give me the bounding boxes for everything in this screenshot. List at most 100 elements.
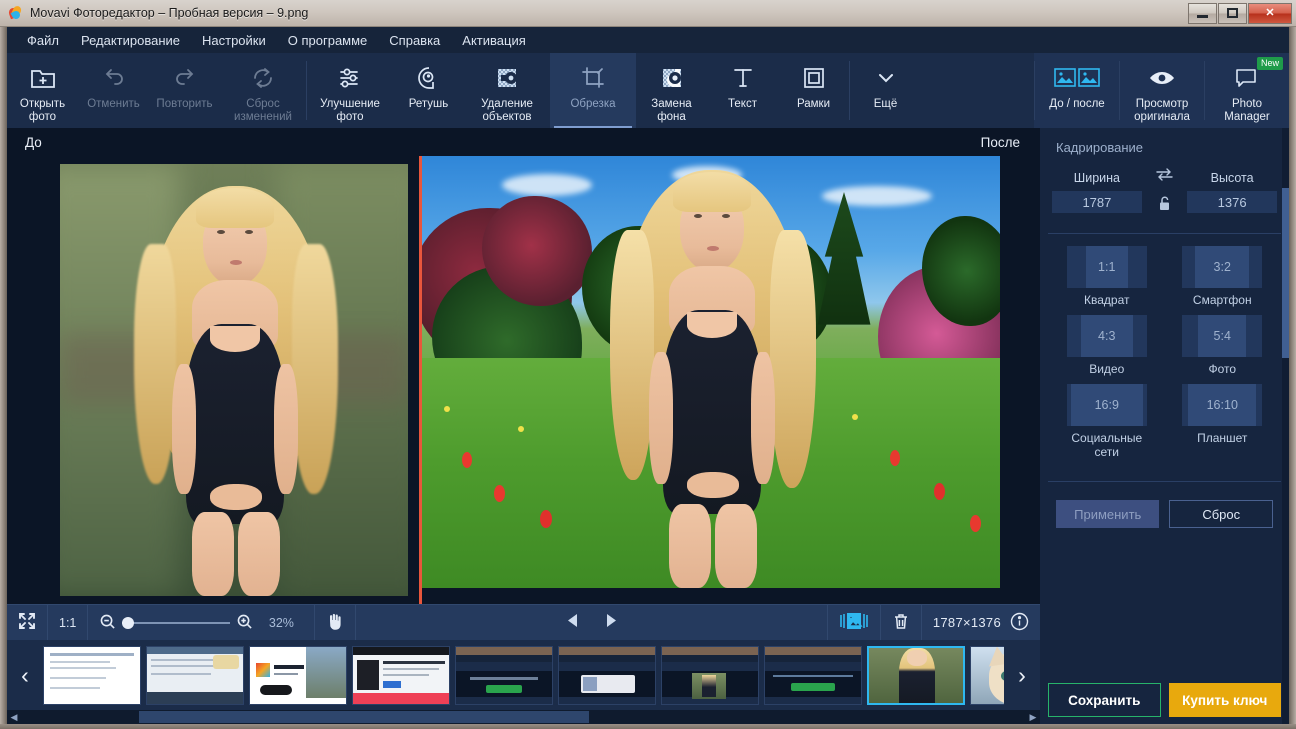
- close-icon[interactable]: ✕: [1248, 2, 1292, 24]
- aspect-ratio-4-3-value: 4:3: [1098, 329, 1116, 343]
- zoom-slider-knob[interactable]: [122, 616, 135, 629]
- redo-icon: [171, 62, 199, 93]
- slideshow-button[interactable]: [826, 604, 881, 641]
- aspect-ratio-5-4[interactable]: 5:4 Фото: [1172, 315, 1274, 376]
- filmstrip-track[interactable]: [43, 640, 1004, 710]
- window-title: Movavi Фоторедактор – Пробная версия – 9…: [30, 6, 309, 20]
- list-item[interactable]: [661, 645, 759, 705]
- aspect-ratio-3-2-box[interactable]: 3:2: [1182, 246, 1263, 288]
- main-toolbar: Открыть фото Отменить Повторить Сброс из…: [7, 53, 1289, 128]
- aspect-ratio-16-10-box[interactable]: 16:10: [1182, 384, 1263, 426]
- list-item[interactable]: [146, 645, 244, 705]
- crop-panel: Кадрирование Ширина 1787 Высота 1376 1:1…: [1040, 128, 1289, 724]
- buy-key-button[interactable]: Купить ключ: [1168, 683, 1281, 717]
- next-image-icon[interactable]: [602, 612, 619, 634]
- aspect-ratio-grid: 1:1 Квадрат 3:2 Смартфон 4:3 Видео 5:4 Ф…: [1040, 234, 1289, 459]
- filmstrip-prev-icon[interactable]: ‹: [7, 640, 43, 710]
- crop-height-input[interactable]: 1376: [1187, 191, 1277, 213]
- crop-width-input[interactable]: 1787: [1052, 191, 1142, 213]
- toolbar-before-after-label: До / после: [1049, 98, 1105, 110]
- application-window: Movavi Фоторедактор – Пробная версия – 9…: [0, 0, 1296, 729]
- toolbar-photo-manager[interactable]: New Photo Manager: [1205, 53, 1289, 128]
- aspect-ratio-5-4-value: 5:4: [1213, 329, 1231, 343]
- list-item[interactable]: [43, 645, 141, 705]
- list-item[interactable]: [558, 645, 656, 705]
- list-item[interactable]: [867, 645, 965, 705]
- aspect-ratio-16-10[interactable]: 16:10 Планшет: [1172, 384, 1274, 459]
- scroll-right-icon[interactable]: ▶: [1026, 712, 1040, 723]
- scrollbar-thumb[interactable]: [139, 711, 589, 723]
- menu-item-about[interactable]: О программе: [277, 30, 379, 51]
- aspect-ratio-4-3-box[interactable]: 4:3: [1066, 315, 1147, 357]
- toolbar-undo[interactable]: Отменить: [78, 53, 149, 128]
- image-dimensions-group: 1787×1376: [922, 605, 1040, 641]
- toolbar-frames[interactable]: Рамки: [778, 53, 849, 128]
- swap-arrows-icon[interactable]: [1156, 167, 1173, 187]
- list-item[interactable]: [970, 645, 1004, 705]
- zoom-out-icon[interactable]: [99, 613, 116, 633]
- save-button[interactable]: Сохранить: [1048, 683, 1161, 717]
- menu-item-activation[interactable]: Активация: [451, 30, 536, 51]
- toolbar-open-photo[interactable]: Открыть фото: [7, 53, 78, 128]
- reset-button[interactable]: Сброс: [1169, 500, 1273, 528]
- toolbar-background-change[interactable]: Замена фона: [636, 53, 707, 128]
- after-pane[interactable]: [422, 156, 1040, 604]
- footer-actions: Сохранить Купить ключ: [1040, 676, 1289, 724]
- filmstrip-scrollbar[interactable]: ◀ ▶: [7, 710, 1040, 724]
- toolbar-view-original-label: Просмотр оригинала: [1134, 98, 1190, 123]
- menu-item-settings[interactable]: Настройки: [191, 30, 277, 51]
- previous-image-icon[interactable]: [565, 612, 582, 634]
- fit-to-screen-icon: [18, 612, 36, 633]
- apply-button[interactable]: Применить: [1056, 500, 1160, 528]
- aspect-ratio-1-1-box[interactable]: 1:1: [1066, 246, 1147, 288]
- aspect-ratio-16-9-box[interactable]: 16:9: [1066, 384, 1147, 426]
- actual-size-button[interactable]: 1:1: [48, 604, 89, 641]
- list-item[interactable]: [764, 645, 862, 705]
- scroll-left-icon[interactable]: ◀: [7, 712, 21, 723]
- panel-scrollbar[interactable]: [1282, 128, 1289, 724]
- menu-item-help[interactable]: Справка: [378, 30, 451, 51]
- toolbar-more[interactable]: Ещё: [850, 53, 921, 128]
- aspect-ratio-3-2[interactable]: 3:2 Смартфон: [1172, 246, 1274, 307]
- zoom-slider-track[interactable]: [122, 616, 231, 629]
- unlock-icon[interactable]: [1157, 195, 1172, 217]
- toolbar-before-after[interactable]: До / после: [1035, 53, 1119, 128]
- before-pane[interactable]: [7, 156, 419, 604]
- toolbar-retouch[interactable]: Ретушь: [393, 53, 464, 128]
- toolbar-redo[interactable]: Повторить: [149, 53, 220, 128]
- crop-width-label: Ширина: [1073, 171, 1121, 185]
- delete-button[interactable]: [881, 604, 922, 641]
- trash-icon: [892, 612, 910, 634]
- toolbar-crop[interactable]: Обрезка: [550, 53, 636, 128]
- fit-to-screen-button[interactable]: [7, 604, 48, 641]
- zoom-in-icon[interactable]: [236, 613, 253, 633]
- toolbar-view-original[interactable]: Просмотр оригинала: [1120, 53, 1204, 128]
- filmstrip-next-icon[interactable]: ›: [1004, 640, 1040, 710]
- object-removal-icon: [493, 62, 521, 93]
- toolbar-reset-changes[interactable]: Сброс изменений: [220, 53, 306, 128]
- hand-tool-button[interactable]: [315, 604, 357, 641]
- menu-item-edit[interactable]: Редактирование: [70, 30, 191, 51]
- toolbar-enhance-photo[interactable]: Улучшение фото: [307, 53, 393, 128]
- aspect-ratio-1-1[interactable]: 1:1 Квадрат: [1056, 246, 1158, 307]
- list-item[interactable]: [455, 645, 553, 705]
- panel-scrollbar-thumb[interactable]: [1282, 188, 1289, 358]
- menu-item-file[interactable]: Файл: [16, 30, 70, 51]
- aspect-ratio-4-3-caption: Видео: [1089, 362, 1125, 376]
- toolbar-object-removal[interactable]: Удаление объектов: [464, 53, 550, 128]
- minimize-icon[interactable]: [1188, 2, 1217, 24]
- aspect-ratio-16-9[interactable]: 16:9 Социальные сети: [1056, 384, 1158, 459]
- aspect-ratio-4-3[interactable]: 4:3 Видео: [1056, 315, 1158, 376]
- list-item[interactable]: [352, 645, 450, 705]
- scrollbar-track[interactable]: [21, 710, 1026, 724]
- maximize-icon[interactable]: [1218, 2, 1247, 24]
- toolbar-enhance-photo-label: Улучшение фото: [320, 98, 380, 123]
- toolbar-text[interactable]: Текст: [707, 53, 778, 128]
- background-change-icon: [658, 62, 686, 93]
- list-item[interactable]: [249, 645, 347, 705]
- image-canvas[interactable]: [7, 156, 1040, 604]
- info-icon[interactable]: [1010, 612, 1029, 634]
- reset-icon: [249, 62, 277, 93]
- compare-header: До После: [7, 128, 1040, 156]
- aspect-ratio-5-4-box[interactable]: 5:4: [1182, 315, 1263, 357]
